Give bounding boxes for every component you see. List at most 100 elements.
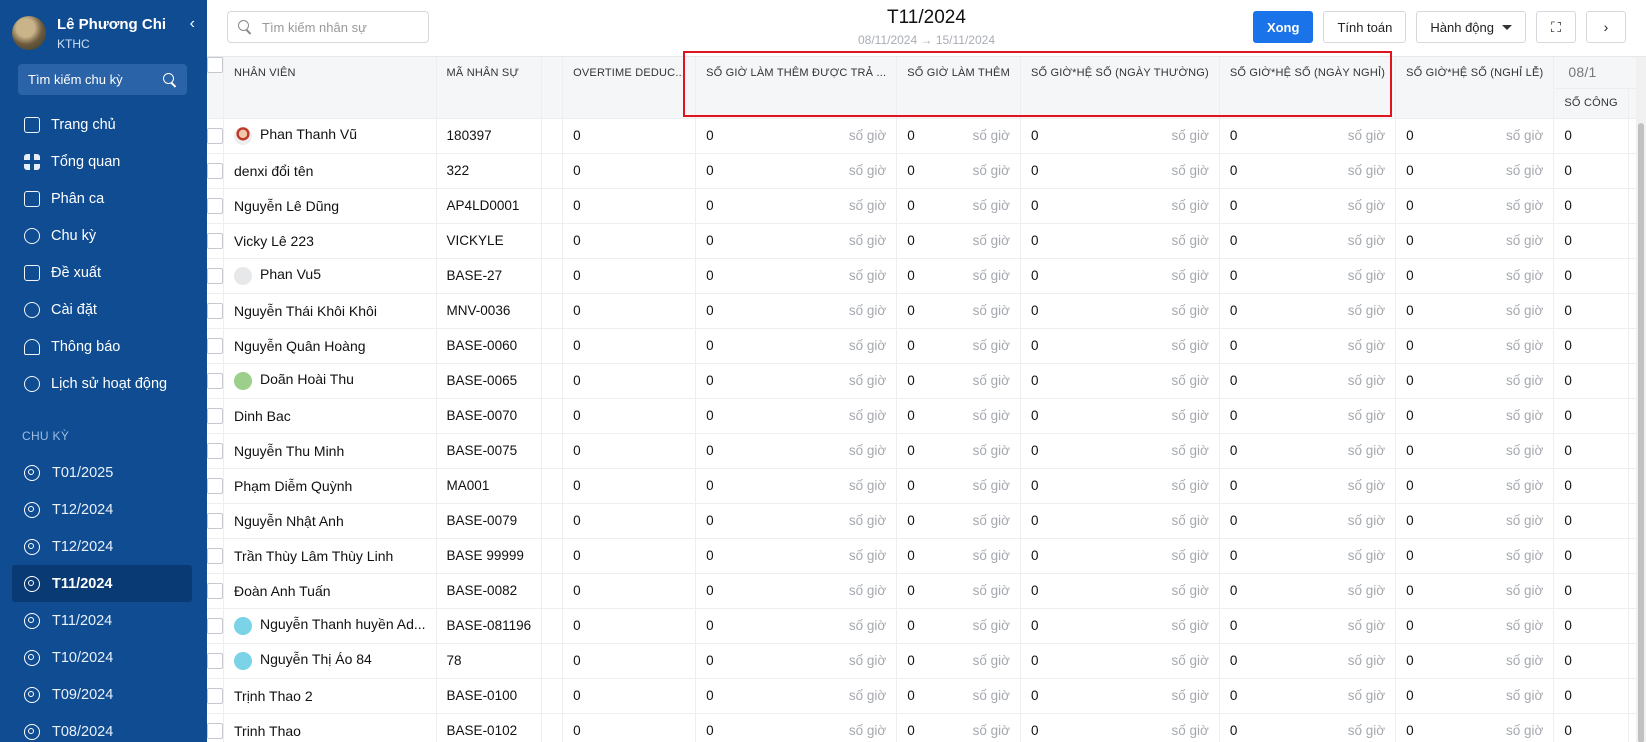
row-checkbox[interactable] [207,617,223,634]
sidebar-item-2[interactable]: Phân ca [0,180,207,217]
hours-cell[interactable]: 0 số giờ [1395,538,1555,574]
scrollbar-thumb[interactable] [1638,123,1644,742]
hours-cell[interactable]: 0 số giờ [695,573,898,609]
hours-cell[interactable]: 0 số giờ [695,223,898,259]
row-checkbox[interactable] [207,232,223,249]
row-checkbox[interactable] [207,337,223,354]
user-profile[interactable]: Lê Phương Chi KTHC ‹ [0,0,207,56]
hours-cell[interactable]: 0 số giờ [1219,538,1397,574]
table-row[interactable]: Phan Vu5 BASE-27 0 0 số giờ 0 số giờ 0 số giờ 0 số… [207,258,1636,294]
sidebar-item-0[interactable]: Trang chủ [0,106,207,143]
hours-cell[interactable]: 0 số giờ [896,608,1021,644]
hours-cell[interactable]: 0 số giờ [1395,398,1555,434]
col-overtime-deduction[interactable]: OVERTIME DEDUC... [562,57,697,119]
value-cell[interactable]: 0 [562,713,697,742]
row-checkbox[interactable] [207,197,223,214]
value-cell[interactable]: 0 [562,573,697,609]
hours-cell[interactable]: 0 số giờ [1020,643,1220,679]
hours-cell[interactable]: 0 số giờ [1395,188,1555,224]
value-cell[interactable]: 0 [1628,258,1636,294]
employee-name-cell[interactable]: Phan Vu5 [223,258,437,294]
hours-cell[interactable]: 0 số giờ [1219,468,1397,504]
hours-cell[interactable]: 0 số giờ [1020,398,1220,434]
hours-cell[interactable]: 0 số giờ [896,678,1021,714]
value-cell[interactable]: 0 [1628,608,1636,644]
col-employee-code[interactable]: MÃ NHÂN SỰ [436,57,543,119]
hours-cell[interactable]: 0 số giờ [1395,468,1555,504]
value-cell[interactable]: 0 [562,678,697,714]
hours-cell[interactable]: 0 số giờ [1020,363,1220,399]
hours-cell[interactable]: 0 số giờ [1219,153,1397,189]
table-row[interactable]: denxi đổi tên 322 0 0 số giờ 0 số giờ 0 số giờ 0 s… [207,153,1636,189]
employee-name-cell[interactable]: Phan Thanh Vũ [223,118,437,154]
value-cell[interactable]: 0 [1628,363,1636,399]
row-checkbox[interactable] [207,722,223,739]
value-cell[interactable]: 0 [1553,223,1629,259]
hours-cell[interactable]: 0 số giờ [1219,223,1397,259]
employee-name-cell[interactable]: Nguyễn Lê Dũng [223,188,437,224]
hours-cell[interactable]: 0 số giờ [695,678,898,714]
table-row[interactable]: Nguyễn Thanh huyền Ad... BASE-081196 0 0 số … [207,608,1636,644]
value-cell[interactable]: 0 [562,153,697,189]
value-cell[interactable]: 0 [1553,258,1629,294]
value-cell[interactable]: 0 [1553,188,1629,224]
hours-cell[interactable]: 0 số giờ [695,293,898,329]
cycle-item[interactable]: T01/2025 [12,454,192,491]
table-row[interactable]: Nguyễn Thu Minh BASE-0075 0 0 số giờ 0 số giờ 0… [207,433,1636,469]
hours-cell[interactable]: 0 số giờ [1219,713,1397,742]
hours-cell[interactable]: 0 số giờ [1219,678,1397,714]
hours-cell[interactable]: 0 số giờ [896,363,1021,399]
value-cell[interactable]: 0 [1628,398,1636,434]
value-cell[interactable]: 0 [562,503,697,539]
employee-search-input[interactable] [262,19,422,35]
hours-cell[interactable]: 0 số giờ [896,573,1021,609]
hours-cell[interactable]: 0 số giờ [896,118,1021,154]
value-cell[interactable]: 0 [1628,188,1636,224]
hours-cell[interactable]: 0 số giờ [695,153,898,189]
hours-cell[interactable]: 0 số giờ [695,503,898,539]
value-cell[interactable]: 0 [1553,678,1629,714]
value-cell[interactable]: 0 [1628,678,1636,714]
employee-name-cell[interactable]: Nguyễn Thị Áo 84 [223,643,437,679]
hours-cell[interactable]: 0 số giờ [1395,363,1555,399]
col-weekday-coef[interactable]: SỐ GIỜ*HỆ SỐ (NGÀY THƯỜNG) [1020,57,1220,119]
hours-cell[interactable]: 0 số giờ [1020,328,1220,364]
hours-cell[interactable]: 0 số giờ [896,468,1021,504]
sidebar-item-1[interactable]: Tổng quan [0,143,207,180]
value-cell[interactable]: 0 [1628,643,1636,679]
hours-cell[interactable]: 0 số giờ [896,713,1021,742]
table-row[interactable]: Trịnh Thao 2 BASE-0100 0 0 số giờ 0 số giờ 0 số … [207,678,1636,714]
value-cell[interactable]: 0 [562,643,697,679]
hours-cell[interactable]: 0 số giờ [896,153,1021,189]
sidebar-item-5[interactable]: Cài đặt [0,291,207,328]
employee-name-cell[interactable]: Dinh Bac [223,398,437,434]
hours-cell[interactable]: 0 số giờ [1219,293,1397,329]
cycle-item[interactable]: T10/2024 [12,639,192,676]
table-row[interactable]: Nguyễn Lê Dũng AP4LD0001 0 0 số giờ 0 số giờ 0 s… [207,188,1636,224]
hours-cell[interactable]: 0 số giờ [1395,503,1555,539]
row-checkbox[interactable] [207,267,223,284]
row-checkbox[interactable] [207,407,223,424]
done-button[interactable]: Xong [1252,11,1314,43]
value-cell[interactable]: 0 [562,293,697,329]
table-row[interactable]: Nguyễn Nhật Anh BASE-0079 0 0 số giờ 0 số giờ 0… [207,503,1636,539]
table-row[interactable]: Doãn Hoài Thu BASE-0065 0 0 số giờ 0 số giờ 0 số… [207,363,1636,399]
row-checkbox[interactable] [207,512,223,529]
row-checkbox[interactable] [207,687,223,704]
hours-cell[interactable]: 0 số giờ [695,608,898,644]
hours-cell[interactable]: 0 số giờ [1395,433,1555,469]
value-cell[interactable]: 0 [562,328,697,364]
employee-name-cell[interactable]: Phạm Diễm Quỳnh [223,468,437,504]
col-employee[interactable]: NHÂN VIÊN [223,57,437,119]
hours-cell[interactable]: 0 số giờ [1020,713,1220,742]
hours-cell[interactable]: 0 số giờ [695,538,898,574]
hours-cell[interactable]: 0 số giờ [1219,118,1397,154]
employee-name-cell[interactable]: Vicky Lê 223 [223,223,437,259]
hours-cell[interactable]: 0 số giờ [1020,258,1220,294]
employee-name-cell[interactable]: Doãn Hoài Thu [223,363,437,399]
hours-cell[interactable]: 0 số giờ [896,503,1021,539]
cycle-item[interactable]: T08/2024 [12,713,192,742]
table-row[interactable]: Phạm Diễm Quỳnh MA001 0 0 số giờ 0 số giờ 0 số g… [207,468,1636,504]
hours-cell[interactable]: 0 số giờ [1395,258,1555,294]
hours-cell[interactable]: 0 số giờ [1395,223,1555,259]
